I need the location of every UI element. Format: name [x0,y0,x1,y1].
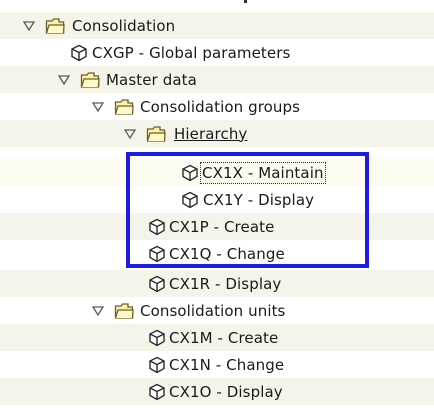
tree-node-label: CX1O - Display [169,382,283,401]
triangle-expanded-icon[interactable] [22,19,36,33]
triangle-expanded-icon[interactable] [91,304,105,318]
tree-node-label: Hierarchy [174,124,248,143]
triangle-expanded-icon[interactable] [57,73,71,87]
tree-node-label: Consolidation groups [140,97,301,116]
transaction-cube-icon [148,218,166,236]
navigation-tree: Consolidation CXGP - Global parameters M… [0,0,434,412]
open-folder-icon [114,302,134,320]
tree-node-cx1x-maintain[interactable]: CX1X - Maintain [0,159,434,186]
tree-node-label: Consolidation [72,16,176,35]
tree-node-label: CX1M - Create [169,328,279,347]
tree-node-label: CX1Q - Change [169,244,285,263]
tree-node-cx1r-display[interactable]: CX1R - Display [0,270,434,297]
open-folder-icon [80,71,100,89]
open-folder-icon [146,125,166,143]
tree-node-label: CX1P - Create [169,217,275,236]
transaction-cube-icon [148,245,166,263]
tree-node-label: CXGP - Global parameters [92,43,291,62]
tree-node-label: Master data [106,70,197,89]
transaction-cube-icon [148,356,166,374]
tree-node-cx1n-change[interactable]: CX1N - Change [0,351,434,378]
open-folder-icon [114,98,134,116]
transaction-cube-icon [148,383,166,401]
tree-node-cx1p-create[interactable]: CX1P - Create [0,213,434,240]
transaction-cube-icon [181,191,199,209]
tree-node-master-data[interactable]: Master data [0,66,434,93]
tree-node-label: CX1N - Change [169,355,285,374]
transaction-cube-icon [181,164,199,182]
tree-node-consolidation-groups[interactable]: Consolidation groups [0,93,434,120]
tree-node-cxgp[interactable]: CXGP - Global parameters [0,39,434,66]
triangle-expanded-icon[interactable] [91,100,105,114]
tree-node-label: CX1Y - Display [203,190,315,209]
divider-mark [244,0,247,3]
transaction-cube-icon [148,329,166,347]
tree-node-cx1y-display[interactable]: CX1Y - Display [0,186,434,213]
tree-node-cx1m-create[interactable]: CX1M - Create [0,324,434,351]
tree-node-consolidation[interactable]: Consolidation [0,12,434,39]
transaction-cube-icon [148,275,166,293]
tree-node-label: CX1X - Maintain [200,161,326,184]
tree-node-cx1q-change[interactable]: CX1Q - Change [0,240,434,267]
tree-node-cx1o-display[interactable]: CX1O - Display [0,378,434,405]
open-folder-icon [45,17,65,35]
tree-node-consolidation-units[interactable]: Consolidation units [0,297,434,324]
triangle-expanded-icon[interactable] [123,127,137,141]
tree-node-label: Consolidation units [140,301,286,320]
tree-node-hierarchy[interactable]: Hierarchy [0,120,434,147]
transaction-cube-icon [70,44,88,62]
tree-node-label: CX1R - Display [169,274,282,293]
